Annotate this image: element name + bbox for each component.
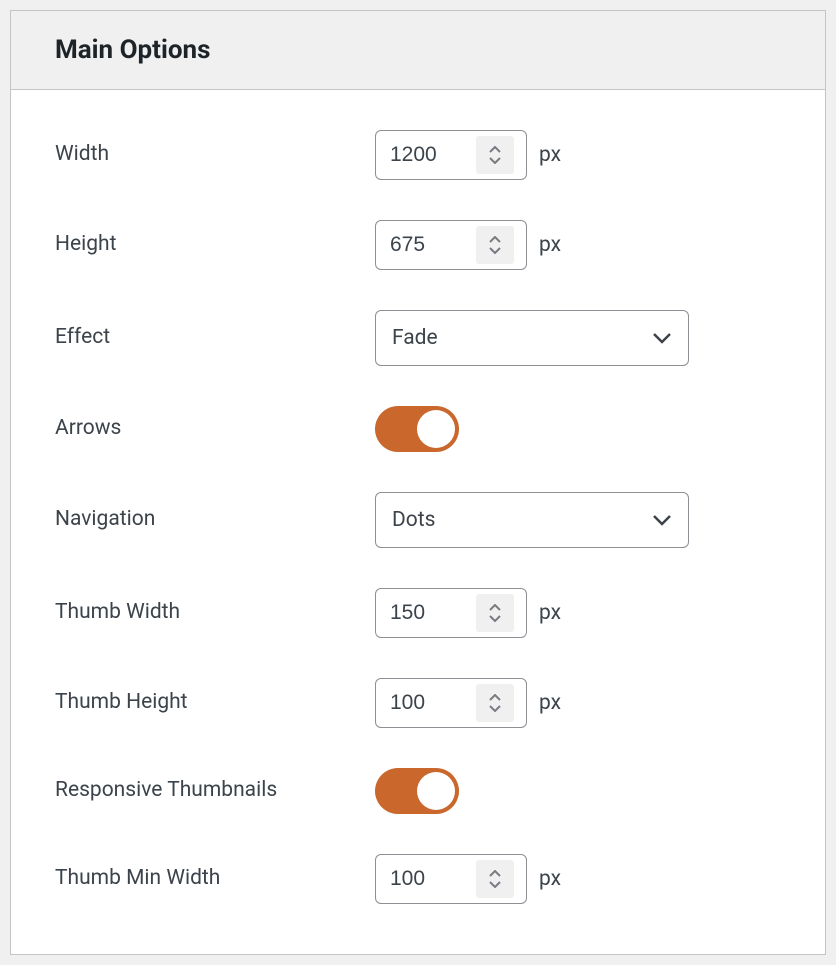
thumb-min-width-input[interactable] — [376, 855, 476, 903]
toggle-knob — [417, 410, 455, 448]
label-width: Width — [55, 140, 375, 169]
label-height: Height — [55, 230, 375, 259]
chevron-down-icon — [489, 880, 501, 888]
height-input[interactable] — [376, 221, 476, 269]
chevron-down-icon — [652, 332, 672, 344]
panel-body: Width px Height — [11, 90, 825, 954]
label-navigation: Navigation — [55, 505, 375, 534]
thumb-height-unit: px — [539, 691, 561, 715]
row-arrows: Arrows — [55, 406, 781, 452]
row-responsive-thumbs: Responsive Thumbnails — [55, 768, 781, 814]
chevron-up-icon — [489, 604, 501, 612]
chevron-up-icon — [489, 870, 501, 878]
thumb-width-input-wrap — [375, 588, 527, 638]
width-input-wrap — [375, 130, 527, 180]
thumb-height-input-wrap — [375, 678, 527, 728]
effect-select[interactable]: Fade — [375, 310, 689, 366]
thumb-min-width-input-wrap — [375, 854, 527, 904]
input-wrap-height: px — [375, 220, 561, 270]
row-width: Width px — [55, 130, 781, 180]
row-thumb-height: Thumb Height px — [55, 678, 781, 728]
thumb-width-stepper[interactable] — [476, 594, 514, 632]
height-input-wrap — [375, 220, 527, 270]
chevron-up-icon — [489, 236, 501, 244]
label-arrows: Arrows — [55, 414, 375, 443]
row-thumb-width: Thumb Width px — [55, 588, 781, 638]
label-thumb-min-width: Thumb Min Width — [55, 864, 375, 893]
panel-title: Main Options — [55, 35, 781, 65]
label-effect: Effect — [55, 323, 375, 352]
responsive-thumbs-toggle[interactable] — [375, 768, 459, 814]
row-navigation: Navigation Dots — [55, 492, 781, 548]
main-options-panel: Main Options Width px Height — [10, 10, 826, 955]
chevron-down-icon — [489, 156, 501, 164]
width-stepper[interactable] — [476, 136, 514, 174]
label-thumb-height: Thumb Height — [55, 688, 375, 717]
row-thumb-min-width: Thumb Min Width px — [55, 854, 781, 904]
label-responsive-thumbs: Responsive Thumbnails — [55, 776, 375, 805]
thumb-width-unit: px — [539, 601, 561, 625]
label-thumb-width: Thumb Width — [55, 598, 375, 627]
input-wrap-thumb-height: px — [375, 678, 561, 728]
thumb-height-input[interactable] — [376, 679, 476, 727]
navigation-select[interactable]: Dots — [375, 492, 689, 548]
height-unit: px — [539, 233, 561, 257]
panel-header: Main Options — [11, 11, 825, 90]
height-stepper[interactable] — [476, 226, 514, 264]
width-unit: px — [539, 143, 561, 167]
chevron-up-icon — [489, 146, 501, 154]
chevron-down-icon — [652, 514, 672, 526]
thumb-height-stepper[interactable] — [476, 684, 514, 722]
effect-value: Fade — [392, 326, 652, 350]
width-input[interactable] — [376, 131, 476, 179]
toggle-knob — [417, 772, 455, 810]
arrows-toggle[interactable] — [375, 406, 459, 452]
input-wrap-thumb-width: px — [375, 588, 561, 638]
input-wrap-width: px — [375, 130, 561, 180]
thumb-width-input[interactable] — [376, 589, 476, 637]
chevron-down-icon — [489, 614, 501, 622]
input-wrap-thumb-min-width: px — [375, 854, 561, 904]
thumb-min-width-unit: px — [539, 867, 561, 891]
row-height: Height px — [55, 220, 781, 270]
chevron-down-icon — [489, 704, 501, 712]
chevron-up-icon — [489, 694, 501, 702]
thumb-min-width-stepper[interactable] — [476, 860, 514, 898]
row-effect: Effect Fade — [55, 310, 781, 366]
navigation-value: Dots — [392, 508, 652, 532]
chevron-down-icon — [489, 246, 501, 254]
